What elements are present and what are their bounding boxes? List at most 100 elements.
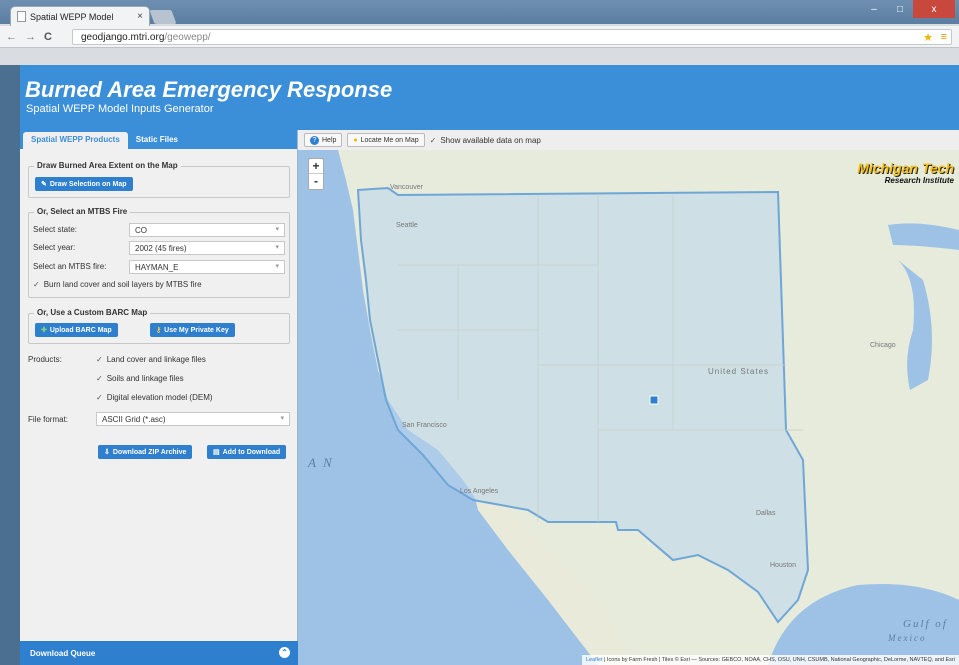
help-button[interactable]: ? Help xyxy=(304,133,343,147)
state-label: Select state: xyxy=(33,225,78,234)
state-value: CO xyxy=(135,226,147,235)
zoom-out-button[interactable]: - xyxy=(309,174,323,189)
map-label-ocean: A N xyxy=(308,455,334,470)
year-value: 2002 (45 fires) xyxy=(135,244,187,253)
checkmark-icon: ✓ xyxy=(33,280,40,289)
checkmark-icon: ✓ xyxy=(429,135,437,145)
format-select[interactable]: ASCII Grid (*.asc) ▾ xyxy=(96,412,290,426)
url-input[interactable]: geodjango.mtri.org/geowepp/ ★ ≡ xyxy=(72,29,952,45)
map-label-vancouver: Vancouver xyxy=(390,184,423,191)
product-label: Soils and linkage files xyxy=(106,374,184,383)
map-label-chicago: Chicago xyxy=(870,342,896,349)
checkmark-icon: ✓ xyxy=(96,355,103,364)
map-label-san-francisco: San Francisco xyxy=(402,422,447,429)
year-select[interactable]: 2002 (45 fires) ▾ xyxy=(129,241,285,255)
mtbs-section: Or, Select an MTBS Fire Select state: CO… xyxy=(28,207,290,298)
draw-selection-label: Draw Selection on Map xyxy=(49,180,127,188)
add-download-button[interactable]: ▤ Add to Download xyxy=(207,445,287,459)
download-zip-label: Download ZIP Archive xyxy=(112,448,187,456)
draw-section: Draw Burned Area Extent on the Map ✎ Dra… xyxy=(28,161,290,198)
state-select[interactable]: CO ▾ xyxy=(129,223,285,237)
map-label-dallas: Dallas xyxy=(756,510,776,517)
map-label-los-angeles: Los Angeles xyxy=(460,488,499,495)
close-window-button[interactable]: x xyxy=(913,0,955,18)
map-attribution: Leaflet | Icons by Farm Fresh | Tiles © … xyxy=(581,655,959,665)
page-icon xyxy=(17,11,26,22)
browser-menu-icon[interactable]: ≡ xyxy=(941,31,947,43)
zoom-in-button[interactable]: + xyxy=(309,159,323,174)
forward-arrow-icon[interactable]: → xyxy=(25,31,36,43)
location-pin-icon: ● xyxy=(353,136,358,144)
chevron-down-icon: ▾ xyxy=(275,244,279,251)
plus-icon: ✚ xyxy=(41,327,47,334)
fire-label: Select an MTBS fire: xyxy=(33,262,107,271)
fire-marker[interactable] xyxy=(649,395,659,405)
tab-close-icon[interactable]: × xyxy=(137,11,143,22)
download-zip-button[interactable]: ⇩ Download ZIP Archive xyxy=(98,445,193,459)
app-header: Burned Area Emergency Response Spatial W… xyxy=(20,65,959,130)
fire-select[interactable]: HAYMAN_E ▾ xyxy=(129,260,285,274)
map-label-houston: Houston xyxy=(770,562,797,569)
tab-static-files[interactable]: Static Files xyxy=(128,132,186,149)
help-icon: ? xyxy=(310,135,319,145)
product-checkbox-landcover[interactable]: ✓ Land cover and linkage files xyxy=(96,355,206,364)
fire-value: HAYMAN_E xyxy=(135,263,179,272)
browser-tab[interactable]: Spatial WEPP Model × xyxy=(10,6,150,26)
product-checkbox-soils[interactable]: ✓ Soils and linkage files xyxy=(96,374,184,383)
locate-label: Locate Me on Map xyxy=(360,136,419,144)
format-label: File format: xyxy=(28,415,69,424)
products-label: Products: xyxy=(28,355,62,364)
map-canvas xyxy=(298,130,959,665)
year-label: Select year: xyxy=(33,243,76,252)
chevron-up-icon[interactable]: ⌃ xyxy=(279,647,290,658)
burn-layers-checkbox[interactable]: ✓ Burn land cover and soil layers by MTB… xyxy=(33,280,202,289)
left-panel: Spatial WEPP Products Static Files Draw … xyxy=(20,130,298,665)
draw-selection-button[interactable]: ✎ Draw Selection on Map xyxy=(35,177,133,191)
url-host: geodjango.mtri.org xyxy=(81,31,165,43)
map-label-united-states: United States xyxy=(708,367,770,376)
upload-barc-button[interactable]: ✚ Upload BARC Map xyxy=(35,323,118,337)
minimize-button[interactable]: – xyxy=(861,0,887,18)
barc-section-legend: Or, Use a Custom BARC Map xyxy=(34,308,151,317)
mtri-logo: Michigan Tech Research Institute xyxy=(857,160,954,185)
maximize-button[interactable]: □ xyxy=(887,0,913,18)
url-path: /geowepp/ xyxy=(164,31,211,43)
product-label: Digital elevation model (DEM) xyxy=(106,393,213,402)
private-key-button[interactable]: ⚷ Use My Private Key xyxy=(150,323,235,337)
leaflet-link[interactable]: Leaflet xyxy=(586,657,603,663)
pencil-icon: ✎ xyxy=(41,181,47,188)
tab-spatial-wepp-products[interactable]: Spatial WEPP Products xyxy=(23,132,128,149)
private-key-label: Use My Private Key xyxy=(164,326,229,334)
show-data-checkbox[interactable]: ✓ Show available data on map xyxy=(430,136,541,145)
new-tab-button[interactable] xyxy=(149,10,177,24)
app-title: Burned Area Emergency Response xyxy=(25,77,393,102)
app-subtitle: Spatial WEPP Model Inputs Generator xyxy=(26,103,214,115)
logo-line-2: Research Institute xyxy=(884,176,954,185)
upload-barc-label: Upload BARC Map xyxy=(49,326,112,334)
map-toolbar: ? Help ● Locate Me on Map ✓ Show availab… xyxy=(298,130,959,150)
map-area[interactable]: ? Help ● Locate Me on Map ✓ Show availab… xyxy=(298,130,959,665)
burn-layers-label: Burn land cover and soil layers by MTBS … xyxy=(43,280,202,289)
bookmark-star-icon[interactable]: ★ xyxy=(923,31,933,44)
draw-section-legend: Draw Burned Area Extent on the Map xyxy=(34,161,181,170)
tab-title: Spatial WEPP Model xyxy=(30,11,114,22)
checkmark-icon: ✓ xyxy=(96,374,103,383)
add-download-label: Add to Download xyxy=(222,448,281,456)
panel-tabs: Spatial WEPP Products Static Files xyxy=(20,130,297,149)
map-label-seattle: Seattle xyxy=(396,222,418,229)
logo-line-1: Michigan Tech xyxy=(857,160,954,176)
zoom-control: + - xyxy=(308,158,324,190)
chevron-down-icon: ▾ xyxy=(275,226,279,233)
download-queue-label: Download Queue xyxy=(30,649,96,658)
reload-icon[interactable]: C xyxy=(44,31,52,43)
help-label: Help xyxy=(322,136,337,144)
map-label-gulf: Gulf of xyxy=(903,618,948,630)
format-value: ASCII Grid (*.asc) xyxy=(102,415,166,424)
locate-me-button[interactable]: ● Locate Me on Map xyxy=(347,133,425,147)
back-arrow-icon[interactable]: ← xyxy=(6,31,17,43)
product-checkbox-dem[interactable]: ✓ Digital elevation model (DEM) xyxy=(96,393,213,402)
attribution-text: | Icons by Farm Fresh | Tiles © Esri — S… xyxy=(602,657,955,663)
show-data-label: Show available data on map xyxy=(440,135,541,145)
barc-section: Or, Use a Custom BARC Map ✚ Upload BARC … xyxy=(28,308,290,344)
download-queue-bar[interactable]: Download Queue ⌃ xyxy=(20,641,298,665)
